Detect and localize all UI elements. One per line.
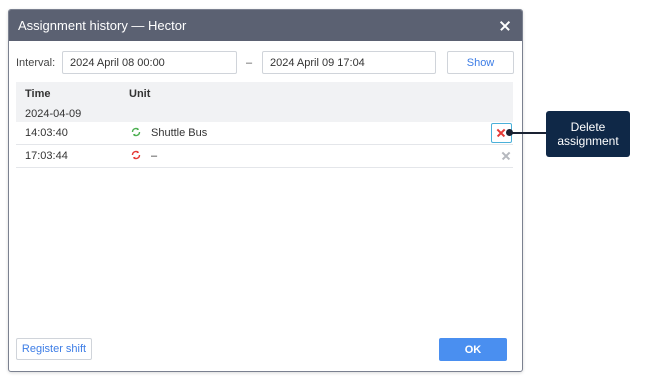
callout-connector: [509, 132, 549, 134]
table-row: 14:03:40 Shuttle Bus: [16, 122, 513, 145]
register-shift-button[interactable]: Register shift: [16, 338, 92, 360]
close-icon: [496, 128, 506, 138]
callout-pointer: [506, 129, 513, 136]
assignment-table: Time Unit 2024-04-09 14:03:40 Shuttle Bu…: [16, 82, 513, 168]
close-icon: [501, 151, 511, 161]
assignment-history-dialog: Assignment history — Hector Interval: 20…: [8, 9, 523, 372]
delete-assignment-callout: Delete assignment: [546, 111, 630, 157]
interval-separator: –: [246, 57, 253, 69]
column-header-unit: Unit: [129, 88, 151, 100]
row-time: 17:03:44: [25, 150, 68, 162]
show-button[interactable]: Show: [447, 51, 514, 74]
column-header-time: Time: [25, 88, 51, 100]
unassign-icon: [131, 150, 141, 160]
dialog-titlebar: Assignment history — Hector: [9, 10, 522, 41]
ok-button[interactable]: OK: [439, 338, 507, 361]
interval-from-input[interactable]: 2024 April 08 00:00: [62, 51, 237, 74]
table-row: 17:03:44 –: [16, 145, 513, 168]
interval-row: Interval: 2024 April 08 00:00 – 2024 Apr…: [16, 51, 516, 75]
delete-assignment-button[interactable]: [499, 149, 513, 163]
row-time: 14:03:40: [25, 127, 68, 139]
table-header: Time Unit 2024-04-09: [16, 82, 513, 122]
assign-icon: [131, 127, 141, 137]
row-unit: –: [151, 150, 158, 162]
close-icon[interactable]: [498, 19, 512, 33]
row-unit: Shuttle Bus: [151, 127, 208, 139]
dialog-title: Assignment history — Hector: [18, 18, 187, 33]
group-date: 2024-04-09: [25, 108, 82, 120]
interval-to-input[interactable]: 2024 April 09 17:04: [262, 51, 436, 74]
interval-label: Interval:: [16, 57, 56, 69]
